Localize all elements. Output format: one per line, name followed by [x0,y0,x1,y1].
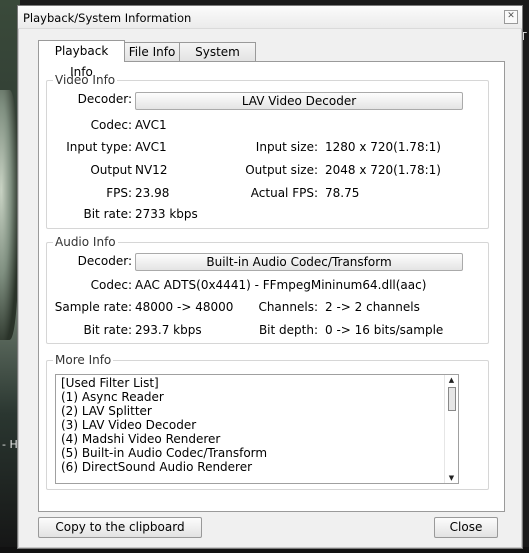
playback-info-panel: Video Info Decoder: LAV Video Decoder Co… [38,61,505,512]
background-left-text: - H [2,438,18,451]
video-decoder-button[interactable]: LAV Video Decoder [135,92,463,110]
filter-list-line: [Used Filter List] [61,376,159,390]
close-button[interactable]: Close [434,517,498,538]
audio-sample-rate-value: 48000 -> 48000 [135,300,234,314]
audio-decoder-button[interactable]: Built-in Audio Codec/Transform [135,253,463,271]
video-input-size-value: 1280 x 720(1.78:1) [325,140,441,154]
video-frame-image [0,90,18,340]
video-codec-value: AVC1 [135,118,167,132]
scroll-down-arrow-icon[interactable]: ▼ [447,474,456,482]
filter-list-line: (1) Async Reader [61,390,164,404]
tab-system-info[interactable]: System Info [179,42,256,77]
video-output-size-value: 2048 x 720(1.78:1) [325,163,441,177]
video-actual-fps-value: 78.75 [325,186,360,200]
video-input-type-label: Input type: [66,140,132,154]
title-bar[interactable]: Playback/System Information ✕ [18,6,522,29]
video-fps-value: 23.98 [135,186,170,200]
video-output-value: NV12 [135,163,168,177]
audio-info-group: Audio Info Decoder: Built-in Audio Codec… [46,235,489,344]
video-decoder-label: Decoder: [77,92,132,106]
video-info-group: Video Info Decoder: LAV Video Decoder Co… [46,73,489,229]
video-codec-label: Codec: [90,118,132,132]
video-input-size-label: Input size: [255,140,318,154]
video-bitrate-label: Bit rate: [83,207,132,221]
playback-info-dialog: Playback/System Information ✕ Playback I… [17,5,523,549]
tab-file-info[interactable]: File Info [123,42,181,61]
video-output-label: Output [90,163,132,177]
audio-decoder-label: Decoder: [77,254,132,268]
video-input-type-value: AVC1 [135,140,167,154]
scroll-up-arrow-icon[interactable]: ▲ [447,376,456,384]
video-output-size-label: Output size: [245,163,318,177]
audio-channels-value: 2 -> 2 channels [325,300,420,314]
filter-list-line: (6) DirectSound Audio Renderer [61,460,253,474]
audio-sample-rate-label: Sample rate: [54,300,132,314]
audio-bit-depth-value: 0 -> 16 bits/sample [325,323,444,337]
audio-channels-label: Channels: [258,300,318,314]
video-actual-fps-label: Actual FPS: [250,186,318,200]
scroll-thumb[interactable] [448,387,456,411]
audio-bitrate-label: Bit rate: [83,323,132,337]
filter-list-scrollbar[interactable]: ▲ ▼ [444,375,458,483]
more-info-group: More Info [Used Filter List] (1) Async R… [46,353,489,490]
filter-list-line: (5) Built-in Audio Codec/Transform [61,446,268,460]
audio-codec-label: Codec: [90,278,132,292]
audio-info-title: Audio Info [53,235,118,249]
window-title: Playback/System Information [23,11,192,25]
audio-codec-value: AAC ADTS(0x4441) - FFmpegMininum64.dll(a… [135,278,427,292]
video-fps-label: FPS: [106,186,132,200]
audio-bitrate-value: 293.7 kbps [135,323,202,337]
video-bitrate-value: 2733 kbps [135,207,198,221]
audio-bit-depth-label: Bit depth: [258,323,318,337]
filter-list-line: (2) LAV Splitter [61,404,152,418]
filter-list-line: (3) LAV Video Decoder [61,418,197,432]
filter-list-line: (4) Madshi Video Renderer [61,432,221,446]
close-icon[interactable]: ✕ [504,10,518,24]
tab-playback-info[interactable]: Playback Info [38,40,125,79]
copy-to-clipboard-button[interactable]: Copy to the clipboard [38,517,202,538]
more-info-title: More Info [53,353,114,367]
filter-list-textbox[interactable]: [Used Filter List] (1) Async Reader (2) … [55,374,459,484]
